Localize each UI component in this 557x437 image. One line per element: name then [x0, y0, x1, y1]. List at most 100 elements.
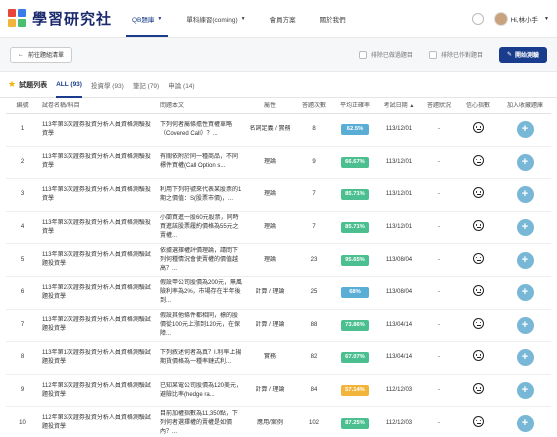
add-to-collection-button[interactable]: + — [516, 284, 534, 302]
row-exam-name[interactable]: 113年第2次證券投資分析人員資格測驗試題投資學 — [39, 316, 157, 334]
exclude-done-checkbox[interactable]: 排除已做過題目 — [358, 50, 413, 59]
add-to-collection-button[interactable]: + — [516, 186, 534, 204]
smiley-face-icon[interactable] — [472, 415, 484, 427]
circle-icon[interactable] — [471, 12, 484, 25]
row-status: - — [438, 191, 440, 198]
row-question[interactable]: 下列何者屬條擔性買權單略（Covered Call）？... — [157, 121, 245, 139]
row-exam-name[interactable]: 113年第2次證券投資分析人員資格測驗試題投資學 — [39, 284, 157, 302]
smiley-face-icon[interactable] — [472, 154, 484, 166]
table-row[interactable]: 1 113年第3次證券投資分析人員資格測驗投資學 下列何者屬條擔性買權單略（Cove… — [6, 114, 551, 147]
add-to-collection-button[interactable]: + — [516, 153, 534, 171]
row-question[interactable]: 小蘭買進一股60元股票，同時買進該股票履約價格為55元之賣權... — [157, 214, 245, 241]
table-row[interactable]: 8 113年第1次證券投資分析人員資格測驗試題投資學 下列敘述何者為真？I.利率上揚… — [6, 342, 551, 375]
header-count[interactable]: 答題次數 — [295, 102, 333, 110]
row-question[interactable]: 假設甲公司股價為200元，無風險利率為2%，市場存在半年後到... — [157, 279, 245, 306]
header-name[interactable]: 試卷名稱/科目 — [39, 102, 157, 110]
nav-item-membership[interactable]: 會員方案 — [258, 0, 308, 37]
header-attr[interactable]: 屬性 — [245, 102, 295, 110]
row-question[interactable]: 假設其他條件都相同，標的股價從100元上漲到120元，在保障... — [157, 312, 245, 339]
tab-notes[interactable]: 筆記 (79) — [133, 72, 159, 98]
row-count: 84 — [310, 387, 318, 394]
add-to-collection-button[interactable]: + — [516, 219, 534, 237]
smiley-face-icon[interactable] — [472, 317, 484, 329]
tab-investment[interactable]: 投資學 (93) — [91, 72, 124, 98]
row-exam-name[interactable]: 113年第3次證券投資分析人員資格測驗投資學 — [39, 121, 157, 139]
row-exam-name[interactable]: 113年第3次證券投資分析人員資格測驗投資學 — [39, 219, 157, 237]
smiley-face-icon[interactable] — [472, 383, 484, 395]
row-count: 88 — [310, 321, 318, 328]
table-row[interactable]: 4 113年第3次證券投資分析人員資格測驗投資學 小蘭買進一股60元股票，同時買進該… — [6, 212, 551, 245]
nav-item-about[interactable]: 關於我們 — [308, 0, 358, 37]
row-add-cell: + — [499, 284, 551, 302]
table-row[interactable]: 9 112年第3次證券投資分析人員資格測驗試題投資學 已知某電公司股價為120美元，… — [6, 375, 551, 408]
row-question[interactable]: 依據選擇權評價理論，請問下列何種情況會使賣權的價值越高？... — [157, 247, 245, 274]
header-rate[interactable]: 平均正確率 — [333, 102, 377, 110]
user-menu[interactable]: Hi,林小手 ▼ — [493, 11, 549, 26]
row-status: - — [438, 256, 440, 263]
nav-right: Hi,林小手 ▼ — [471, 11, 549, 26]
sort-arrow-icon: ▲ — [409, 102, 415, 109]
row-exam-name[interactable]: 113年第3次證券投資分析人員資格測驗試題投資學 — [39, 251, 157, 269]
add-to-collection-button[interactable]: + — [516, 382, 534, 400]
row-exam-name[interactable]: 113年第3次證券投資分析人員資格測驗投資學 — [39, 153, 157, 171]
add-to-collection-button[interactable]: + — [516, 316, 534, 334]
smiley-face-icon[interactable] — [472, 285, 484, 297]
row-exam-name[interactable]: 113年第1次證券投資分析人員資格測驗試題投資學 — [39, 349, 157, 367]
row-exam-name[interactable]: 112年第3次證券投資分析人員資格測驗試題投資學 — [39, 382, 157, 400]
add-to-collection-button[interactable]: + — [516, 121, 534, 139]
smiley-face-icon[interactable] — [472, 220, 484, 232]
row-add-cell: + — [499, 153, 551, 171]
table-row[interactable]: 2 113年第3次證券投資分析人員資格測驗投資學 有關依附於同一種商品，不同標件買權… — [6, 147, 551, 180]
table-body: 1 113年第3次證券投資分析人員資格測驗投資學 下列何者屬條擔性買權單略（Cove… — [6, 114, 551, 437]
checkbox-box[interactable] — [428, 50, 437, 59]
row-question[interactable]: 利用下列符號來代表某股票的1期之價值：S(股票市價)，... — [157, 186, 245, 204]
rate-badge: 62.5% — [341, 124, 369, 136]
smiley-face-icon[interactable] — [472, 187, 484, 199]
row-idx: 8 — [20, 354, 25, 361]
table-row[interactable]: 6 113年第2次證券投資分析人員資格測驗試題投資學 假設甲公司股價為200元，無風… — [6, 277, 551, 310]
smiley-face-icon[interactable] — [472, 350, 484, 362]
header-confidence[interactable]: 信心指數 — [457, 102, 499, 110]
header-status[interactable]: 答題狀況 — [421, 102, 457, 110]
row-status: - — [438, 419, 440, 426]
row-question[interactable]: 目前加權指數為11,350點，下列何者選擇權的賣權是如價內？... — [157, 410, 245, 437]
row-rate-cell: 67.07% — [333, 352, 377, 364]
row-add-cell: + — [499, 219, 551, 237]
row-exam-name[interactable]: 113年第3次證券投資分析人員資格測驗投資學 — [39, 186, 157, 204]
tab-all[interactable]: ALL (93) — [56, 72, 82, 98]
add-to-collection-button[interactable]: + — [516, 349, 534, 367]
row-question[interactable]: 有關依附於同一種商品，不同標件買權(Call Option s... — [157, 153, 245, 171]
list-title: ★ 試題列表 — [8, 79, 47, 90]
row-exam-name[interactable]: 112年第3次證券投資分析人員資格測驗試題投資學 — [39, 414, 157, 432]
smiley-face-icon[interactable] — [472, 252, 484, 264]
table-row[interactable]: 7 113年第2次證券投資分析人員資格測驗試題投資學 假設其他條件都相同，標的股價從… — [6, 310, 551, 343]
smiley-face-icon[interactable] — [472, 122, 484, 134]
add-to-collection-button[interactable]: + — [516, 414, 534, 432]
table-row[interactable]: 3 113年第3次證券投資分析人員資格測驗投資學 利用下列符號來代表某股票的1期之價… — [6, 179, 551, 212]
header-idx[interactable]: 編號 — [6, 102, 39, 110]
row-rate-cell: 68% — [333, 287, 377, 299]
row-attr: 理論 — [263, 191, 276, 198]
row-date: 113/08/04 — [385, 256, 413, 263]
row-add-cell: + — [499, 251, 551, 269]
start-test-button[interactable]: ✎ 開始測驗 — [498, 46, 547, 63]
site-logo[interactable]: 學習研究社 — [8, 8, 112, 29]
back-to-list-button[interactable]: ← 前往題組清單 — [10, 46, 73, 63]
add-to-collection-button[interactable]: + — [516, 251, 534, 269]
table-row[interactable]: 10 112年第3次證券投資分析人員資格測驗試題投資學 目前加權指數為11,350點… — [6, 407, 551, 437]
row-question[interactable]: 已知某電公司股價為120美元，避險比率(hedge ra... — [157, 382, 245, 400]
row-date: 113/12/01 — [385, 224, 413, 231]
row-idx: 5 — [20, 256, 25, 263]
table-row[interactable]: 5 113年第3次證券投資分析人員資格測驗試題投資學 依據選擇權評價理論，請問下列何… — [6, 244, 551, 277]
checkbox-box[interactable] — [358, 50, 367, 59]
header-question[interactable]: 問題本文 — [157, 102, 245, 110]
header-add[interactable]: 加入收藏題庫 — [499, 102, 551, 110]
header-date[interactable]: 考試日期 ▲ — [377, 102, 421, 110]
nav-item-qb[interactable]: QB題庫 ▼ — [120, 0, 174, 37]
tab-essay[interactable]: 申論 (14) — [168, 72, 194, 98]
row-question[interactable]: 下列敘述何者為真？I.利率上揚期貨價格為一種率鏈式利... — [157, 349, 245, 367]
nav-item-practice[interactable]: 單科練習(coming) ▼ — [174, 0, 257, 37]
exclude-wrong-checkbox[interactable]: 排除已作對題目 — [428, 50, 483, 59]
row-attr: 實務 — [263, 354, 276, 361]
rate-badge: 85.71% — [341, 189, 369, 201]
